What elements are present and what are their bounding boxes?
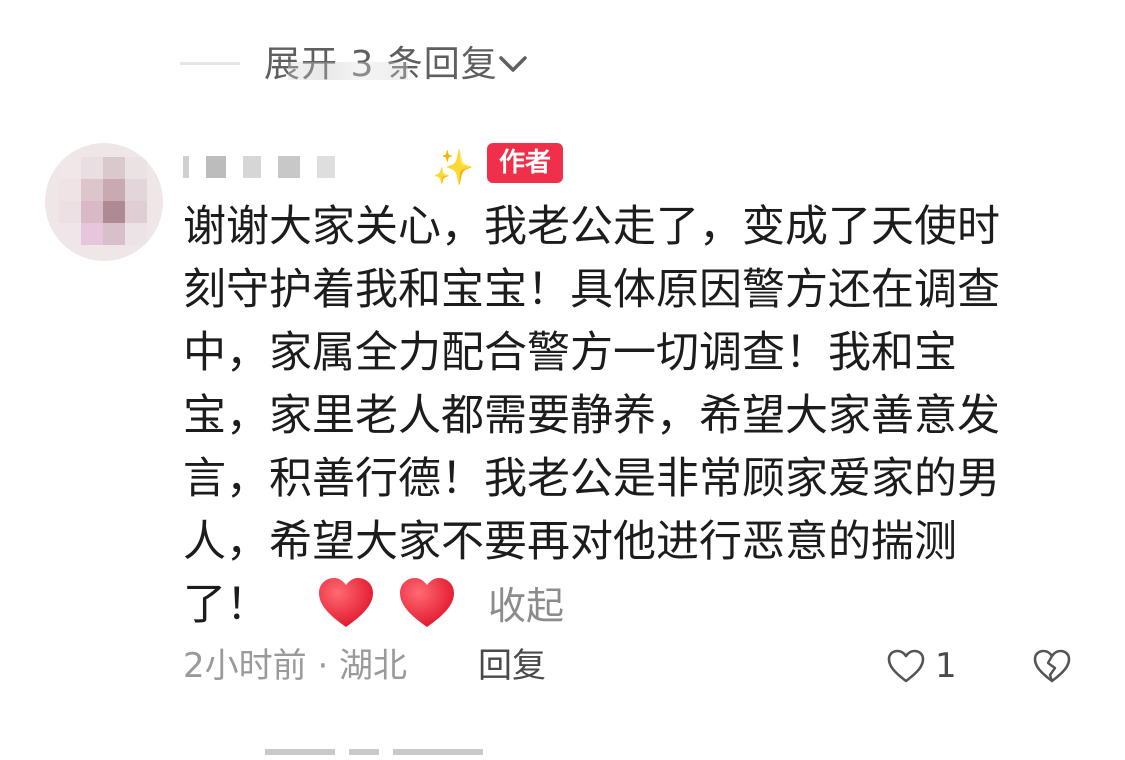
comment-line: 言，积善行德！我老公是非常顾家爱家的男 — [183, 454, 1000, 504]
timestamp-location: 2小时前 · 湖北 — [183, 646, 408, 686]
chevron-down-icon — [499, 56, 527, 72]
author-badge: 作者 — [487, 143, 564, 183]
like-count: 1 — [935, 646, 957, 686]
reply-button[interactable]: 回复 — [478, 638, 546, 694]
comment-line: 谢谢大家关心，我老公走了，变成了天使时 — [183, 202, 1000, 252]
comment-last-line: 了！ 收起 — [183, 574, 1053, 647]
blur-overlay — [288, 62, 408, 80]
username-blurred[interactable] — [183, 156, 423, 182]
comment-body: 谢谢大家关心，我老公走了，变成了天使时 刻守护着我和宝宝！具体原因警方还在调查 … — [183, 196, 1053, 647]
collapse-link[interactable]: 收起 — [488, 584, 564, 628]
comment-line: 中，家属全力配合警方一切调查！我和宝 — [183, 328, 957, 378]
comment-line: 人，希望大家不要再对他进行恶意的揣测 — [183, 517, 957, 567]
red-heart-emoji — [400, 578, 455, 627]
comment-line: 宝，家里老人都需要静养，希望大家善意发 — [183, 391, 1000, 441]
comment-line: 刻守护着我和宝宝！具体原因警方还在调查 — [183, 265, 1000, 315]
sparkle-icon: ✨ — [432, 148, 475, 188]
heart-outline-icon[interactable] — [886, 648, 926, 684]
avatar[interactable] — [45, 143, 163, 261]
broken-heart-outline-icon[interactable] — [1032, 648, 1072, 684]
comment-line: 了！ — [183, 580, 269, 630]
expand-replies-top[interactable]: 展开 3 条回复 — [180, 40, 600, 90]
thread-indent-line — [180, 62, 240, 65]
heart-emojis — [317, 577, 467, 647]
expand-replies-bottom-cutoff — [265, 740, 505, 760]
comment-meta-row: 2小时前 · 湖北 回复 1 — [183, 638, 1083, 694]
red-heart-emoji — [318, 578, 373, 627]
